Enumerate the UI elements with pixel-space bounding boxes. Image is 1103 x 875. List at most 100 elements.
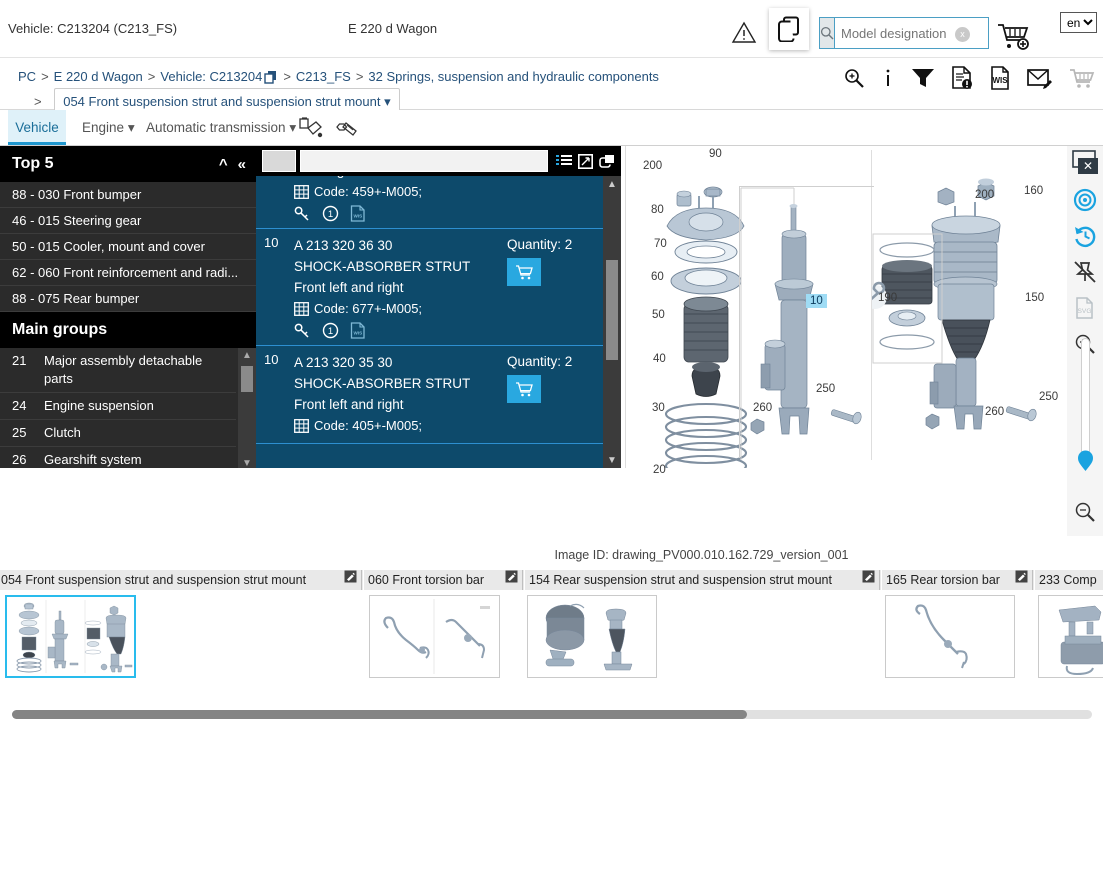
- edit-icon[interactable]: [1015, 570, 1028, 583]
- parts-panel-search-input[interactable]: [300, 150, 548, 172]
- diagram-label: 80: [651, 204, 664, 216]
- breadcrumb-item-2[interactable]: Vehicle: C213204: [160, 69, 262, 84]
- main-group-item[interactable]: 21 Major assembly detachable parts: [0, 348, 236, 393]
- scroll-up-arrow-icon[interactable]: ▲: [238, 348, 256, 362]
- warning-triangle-icon[interactable]: [731, 21, 757, 45]
- edit-icon[interactable]: [862, 570, 875, 583]
- tab-engine[interactable]: Engine ▾: [72, 110, 145, 145]
- diagram-highlight-label[interactable]: 10: [806, 294, 827, 308]
- filter-icon[interactable]: [911, 67, 935, 89]
- mail-edit-icon[interactable]: [1027, 67, 1053, 89]
- main-group-item[interactable]: 24 Engine suspension: [0, 393, 236, 420]
- note-number-icon[interactable]: 1: [322, 322, 339, 339]
- add-to-cart-button[interactable]: [507, 375, 541, 403]
- key-icon[interactable]: [294, 206, 311, 222]
- page-background: [0, 724, 1103, 875]
- key-icon[interactable]: [294, 323, 311, 339]
- diagram-label: 60: [651, 271, 664, 283]
- copy-documents-button[interactable]: [769, 8, 809, 50]
- copy-icon[interactable]: [599, 154, 615, 169]
- thumbnail-label-1[interactable]: 060 Front torsion bar: [363, 570, 523, 590]
- parts-filter-box[interactable]: [262, 150, 296, 172]
- thumbnail-strip-scrollbar[interactable]: [0, 702, 1103, 724]
- main-groups-list: 21 Major assembly detachable parts 24 En…: [0, 348, 256, 468]
- parts-list-scrollbar[interactable]: ▲ ▼: [603, 176, 621, 468]
- model-search-input[interactable]: [835, 18, 1019, 48]
- language-select[interactable]: en: [1060, 12, 1097, 33]
- cart-icon[interactable]: [1069, 67, 1095, 89]
- breadcrumb-item-3[interactable]: C213_FS: [296, 69, 351, 84]
- document-alert-icon[interactable]: [951, 66, 973, 90]
- thumbnail-2[interactable]: [527, 595, 657, 678]
- edit-icon[interactable]: [505, 570, 518, 583]
- info-icon[interactable]: [881, 67, 895, 89]
- scrollbar-track[interactable]: [12, 710, 1092, 719]
- cart-add-icon[interactable]: [996, 22, 1032, 50]
- diagram-viewer[interactable]: 90 200 80 70 60 50 40 30 20 10 250 260 2…: [625, 146, 1067, 476]
- target-icon[interactable]: [1067, 182, 1103, 218]
- search-icon[interactable]: [820, 18, 835, 48]
- copy-icon[interactable]: [264, 70, 278, 84]
- part-row[interactable]: 10 A 213 320 36 30 SHOCK-ABSORBER STRUT …: [256, 229, 621, 346]
- zoom-slider[interactable]: [1081, 338, 1090, 468]
- main-group-item[interactable]: 26 Gearshift system: [0, 447, 236, 468]
- expand-icon[interactable]: [578, 153, 593, 169]
- scroll-up-arrow-icon[interactable]: ▲: [603, 176, 621, 192]
- thumbnail-3[interactable]: [885, 595, 1015, 678]
- top5-item-1[interactable]: 46 - 015 Steering gear: [0, 208, 256, 234]
- chevron-up-icon[interactable]: ^: [219, 156, 228, 173]
- scrollbar-thumb[interactable]: [241, 366, 253, 392]
- part-row[interactable]: Front right Code: 459+-M005; 1 WIS: [256, 176, 621, 229]
- bolt-nut-icon[interactable]: [334, 117, 360, 139]
- chevron-down-icon[interactable]: ▾: [289, 120, 296, 135]
- part-row[interactable]: 10 A 213 320 35 30 SHOCK-ABSORBER STRUT …: [256, 346, 621, 444]
- chevron-down-icon[interactable]: ▾: [384, 94, 391, 109]
- scroll-down-arrow-icon[interactable]: ▼: [603, 452, 621, 468]
- edit-icon[interactable]: [344, 570, 357, 583]
- thumbnail-label-2[interactable]: 154 Rear suspension strut and suspension…: [524, 570, 880, 590]
- top5-item-4[interactable]: 88 - 075 Rear bumper: [0, 286, 256, 312]
- model-search[interactable]: x: [819, 17, 1019, 49]
- zoom-in-icon[interactable]: [843, 67, 865, 89]
- diagram-label: 30: [652, 402, 665, 414]
- chevron-down-icon[interactable]: ▾: [128, 120, 135, 135]
- list-view-icon[interactable]: [556, 154, 572, 168]
- thumbnail-label-3[interactable]: 165 Rear torsion bar: [881, 570, 1033, 590]
- thumbnail-label-0[interactable]: 054 Front suspension strut and suspensio…: [0, 570, 362, 590]
- zoom-out-icon[interactable]: [1067, 494, 1103, 530]
- wis-document-icon[interactable]: WIS: [989, 66, 1011, 90]
- top5-item-2[interactable]: 50 - 015 Cooler, mount and cover: [0, 234, 256, 260]
- tab-vehicle[interactable]: Vehicle: [8, 110, 66, 145]
- scrollbar-thumb[interactable]: [606, 260, 618, 360]
- thumbnail-label-4[interactable]: 233 Comp: [1034, 570, 1103, 590]
- chevrons-left-icon[interactable]: «: [238, 156, 246, 173]
- unpin-icon[interactable]: [1067, 254, 1103, 290]
- main-groups-scrollbar[interactable]: ▲ ▼: [238, 348, 256, 468]
- top5-item-0[interactable]: 88 - 030 Front bumper: [0, 182, 256, 208]
- close-viewer-icon[interactable]: ✕: [1069, 150, 1101, 176]
- thumbnail-0[interactable]: [5, 595, 136, 678]
- wis-doc-icon[interactable]: WIS: [350, 205, 366, 222]
- history-undo-icon[interactable]: [1067, 218, 1103, 254]
- viewer-toolbar: ✕ SVG: [1067, 146, 1103, 536]
- wis-doc-icon[interactable]: WIS: [350, 322, 366, 339]
- top5-item-3[interactable]: 62 - 060 Front reinforcement and radi...: [0, 260, 256, 286]
- breadcrumb: PC > E 220 d Wagon > Vehicle: C213204 > C213_F…: [18, 66, 818, 116]
- main-group-item[interactable]: 25 Clutch: [0, 420, 236, 447]
- tab-automatic-transmission[interactable]: Automatic transmission ▾: [136, 110, 306, 145]
- scrollbar-thumb[interactable]: [12, 710, 747, 719]
- main-group-label: Engine suspension: [44, 398, 154, 413]
- breadcrumb-item-4[interactable]: 32 Springs, suspension and hydraulic com…: [368, 69, 659, 84]
- model-search-clear-icon[interactable]: x: [955, 27, 970, 42]
- note-number-icon[interactable]: 1: [322, 205, 339, 222]
- scroll-down-arrow-icon[interactable]: ▼: [238, 456, 256, 469]
- add-to-cart-button[interactable]: [507, 258, 541, 286]
- thumbnail-1[interactable]: [369, 595, 500, 678]
- svg-text:WIS: WIS: [353, 214, 362, 219]
- breadcrumb-item-0[interactable]: PC: [18, 69, 36, 84]
- breadcrumb-item-1[interactable]: E 220 d Wagon: [54, 69, 143, 84]
- thumbnail-4[interactable]: [1038, 595, 1103, 678]
- paint-color-icon[interactable]: [298, 117, 324, 139]
- svg-export-icon[interactable]: SVG: [1067, 290, 1103, 326]
- zoom-slider-knob[interactable]: [1077, 450, 1094, 472]
